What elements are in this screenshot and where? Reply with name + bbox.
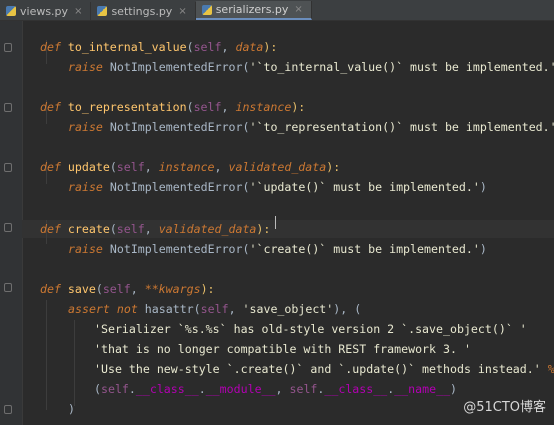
code-editor[interactable]: def to_internal_value(self, data): raise…: [28, 22, 554, 425]
code-line: 'Serializer `%s.%s` has old-style versio…: [94, 322, 527, 336]
python-file-icon: [97, 6, 108, 16]
code-line: def create(self, validated_data):: [40, 222, 271, 236]
tab-views-py[interactable]: views.py ×: [0, 2, 92, 20]
editor-tab-bar: views.py × settings.py × serializers.py …: [0, 0, 554, 21]
code-line: def save(self, **kwargs):: [40, 282, 215, 296]
close-icon[interactable]: ×: [294, 4, 302, 15]
python-file-icon: [6, 6, 16, 16]
code-line: raise NotImplementedError('`to_represent…: [68, 120, 554, 134]
code-line: (self.__class__.__module__, self.__class…: [94, 382, 458, 396]
fold-marker-icon[interactable]: [4, 163, 12, 172]
code-line: def to_internal_value(self, data):: [40, 40, 278, 54]
code-line: raise NotImplementedError('`to_internal_…: [68, 60, 554, 74]
code-line: ): [68, 402, 75, 416]
code-line: def update(self, instance, validated_dat…: [40, 160, 341, 174]
code-line: assert not hasattr(self, 'save_object'),…: [68, 302, 362, 316]
tab-label: settings.py: [111, 4, 173, 18]
code-line: 'that is no longer compatible with REST …: [94, 342, 471, 356]
editor-gutter: [0, 21, 23, 425]
fold-marker-icon[interactable]: [4, 223, 12, 232]
code-line: 'Use the new-style `.create()` and `.upd…: [94, 362, 554, 376]
text-cursor: [275, 216, 276, 229]
tab-serializers-py[interactable]: serializers.py ×: [195, 1, 312, 20]
code-line: raise NotImplementedError('`update()` mu…: [68, 180, 487, 194]
python-file-icon: [201, 4, 212, 15]
fold-marker-icon[interactable]: [4, 405, 12, 414]
tab-settings-py[interactable]: settings.py ×: [91, 2, 196, 20]
close-icon[interactable]: ×: [74, 6, 82, 17]
code-line: raise NotImplementedError('`create()` mu…: [68, 242, 487, 256]
fold-marker-icon[interactable]: [4, 43, 12, 52]
tab-label: views.py: [20, 4, 69, 18]
fold-marker-icon[interactable]: [4, 283, 12, 292]
code-line: def to_representation(self, instance):: [40, 100, 306, 114]
tab-label: serializers.py: [215, 3, 289, 16]
close-icon[interactable]: ×: [178, 6, 186, 17]
fold-marker-icon[interactable]: [4, 103, 12, 112]
watermark: @51CTO博客: [463, 400, 546, 415]
